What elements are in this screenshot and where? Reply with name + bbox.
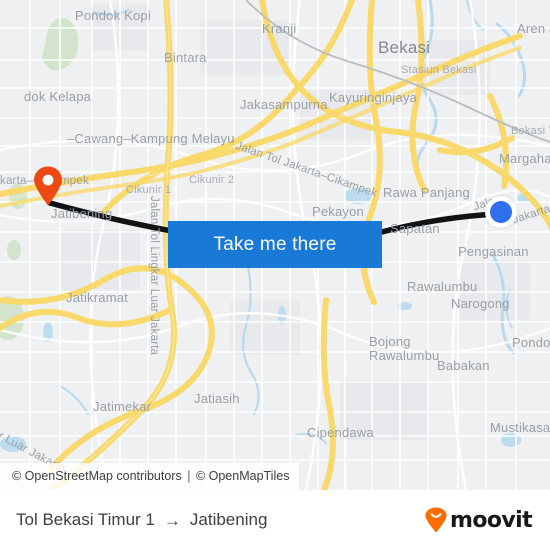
attribution-tiles[interactable]: © OpenMapTiles: [196, 469, 290, 483]
destination-dot-inner: [490, 201, 512, 223]
take-me-there-button[interactable]: Take me there: [168, 221, 382, 268]
origin-pin-marker[interactable]: [33, 166, 63, 206]
route-origin-label: Tol Bekasi Timur 1: [16, 510, 155, 529]
arrow-right-icon: →: [163, 510, 181, 530]
destination-dot-marker[interactable]: [485, 196, 517, 228]
moovit-wordmark: moovit: [450, 507, 533, 533]
map-pin-icon: [34, 166, 62, 206]
bottom-bar: Tol Bekasi Timur 1 → Jatibening moovit: [0, 490, 550, 550]
attribution-separator: |: [187, 469, 191, 483]
moovit-pin-icon: [425, 507, 447, 533]
route-destination-label: Jatibening: [189, 510, 268, 529]
route-summary: Tol Bekasi Timur 1 → Jatibening: [16, 510, 267, 530]
map-canvas[interactable]: Pondok KopiKranjiBekasiAren JayaBintaraS…: [0, 0, 550, 490]
moovit-logo[interactable]: moovit: [424, 507, 533, 533]
map-attribution: © OpenStreetMap contributors | © OpenMap…: [0, 463, 300, 490]
moovit-map-screen: Pondok KopiKranjiBekasiAren JayaBintaraS…: [0, 0, 550, 550]
attribution-osm[interactable]: © OpenStreetMap contributors: [12, 469, 182, 483]
